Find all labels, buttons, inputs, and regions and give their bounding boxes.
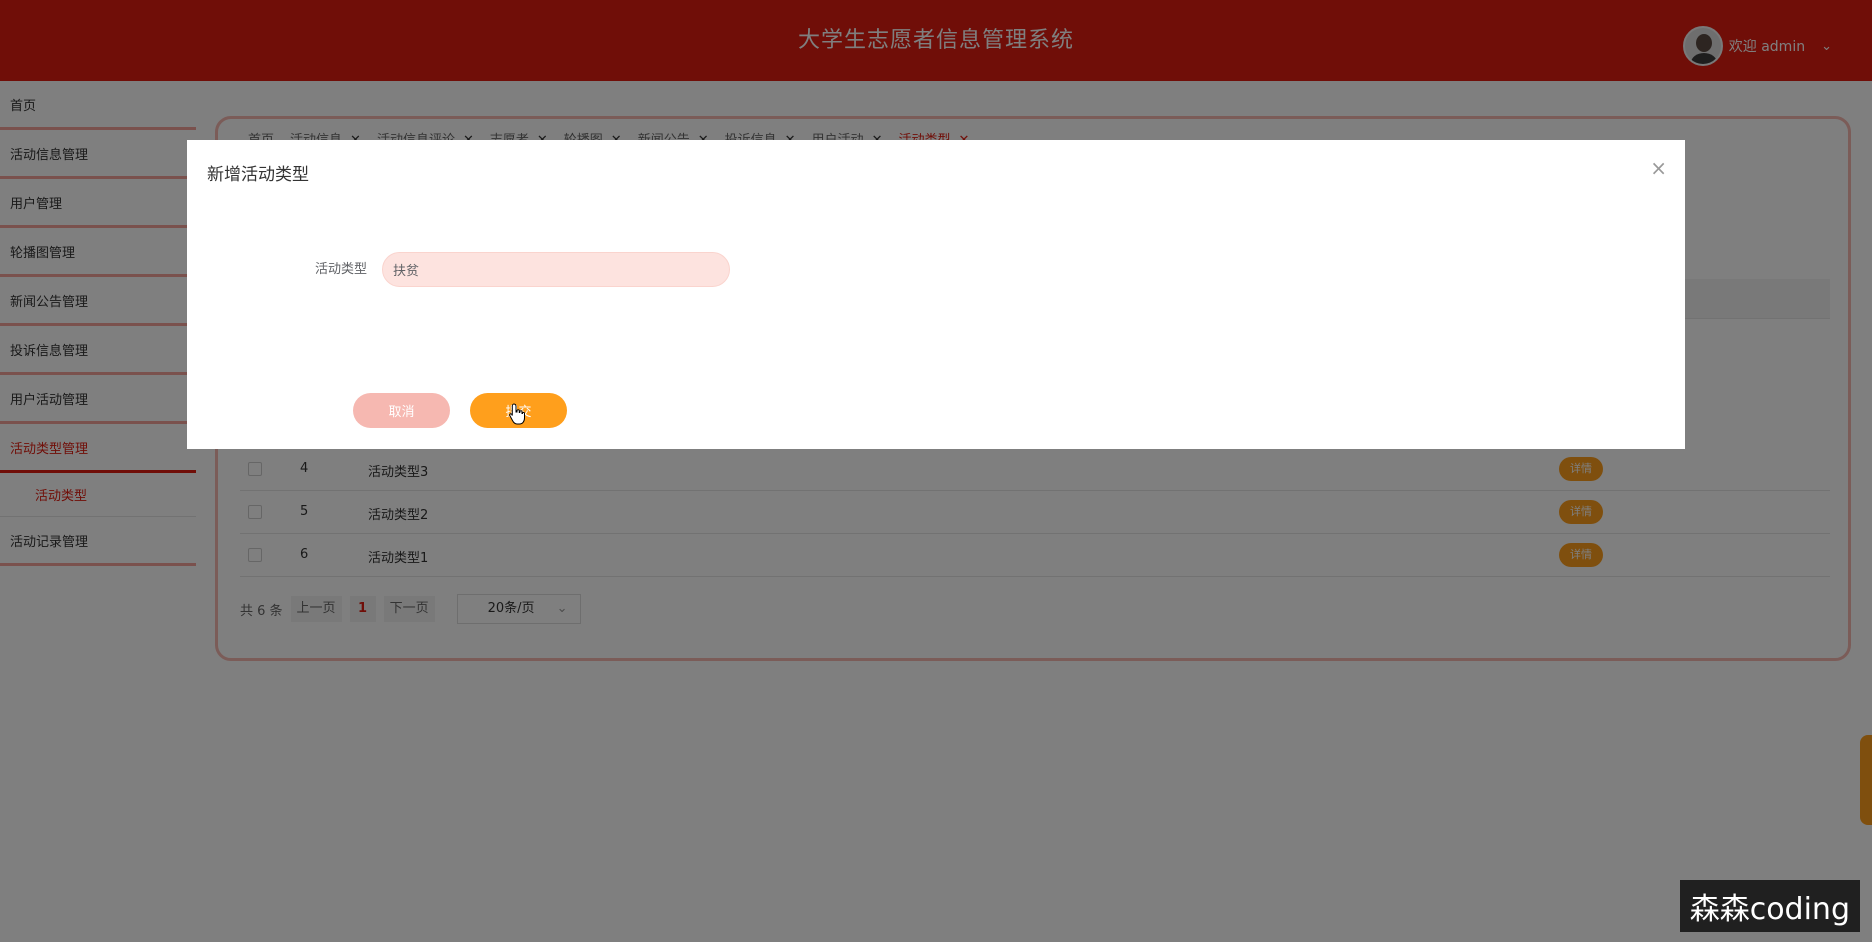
dialog-title: 新增活动类型 (207, 165, 309, 185)
activity-type-input[interactable] (382, 252, 730, 287)
close-icon[interactable]: × (1650, 156, 1667, 180)
hand-cursor-icon (509, 403, 525, 425)
watermark: 森森coding (1679, 880, 1860, 932)
add-activity-type-dialog: 新增活动类型 × 活动类型 取消 提交 (187, 140, 1685, 449)
activity-type-label: 活动类型 (315, 262, 368, 277)
cancel-button[interactable]: 取消 (353, 393, 450, 428)
